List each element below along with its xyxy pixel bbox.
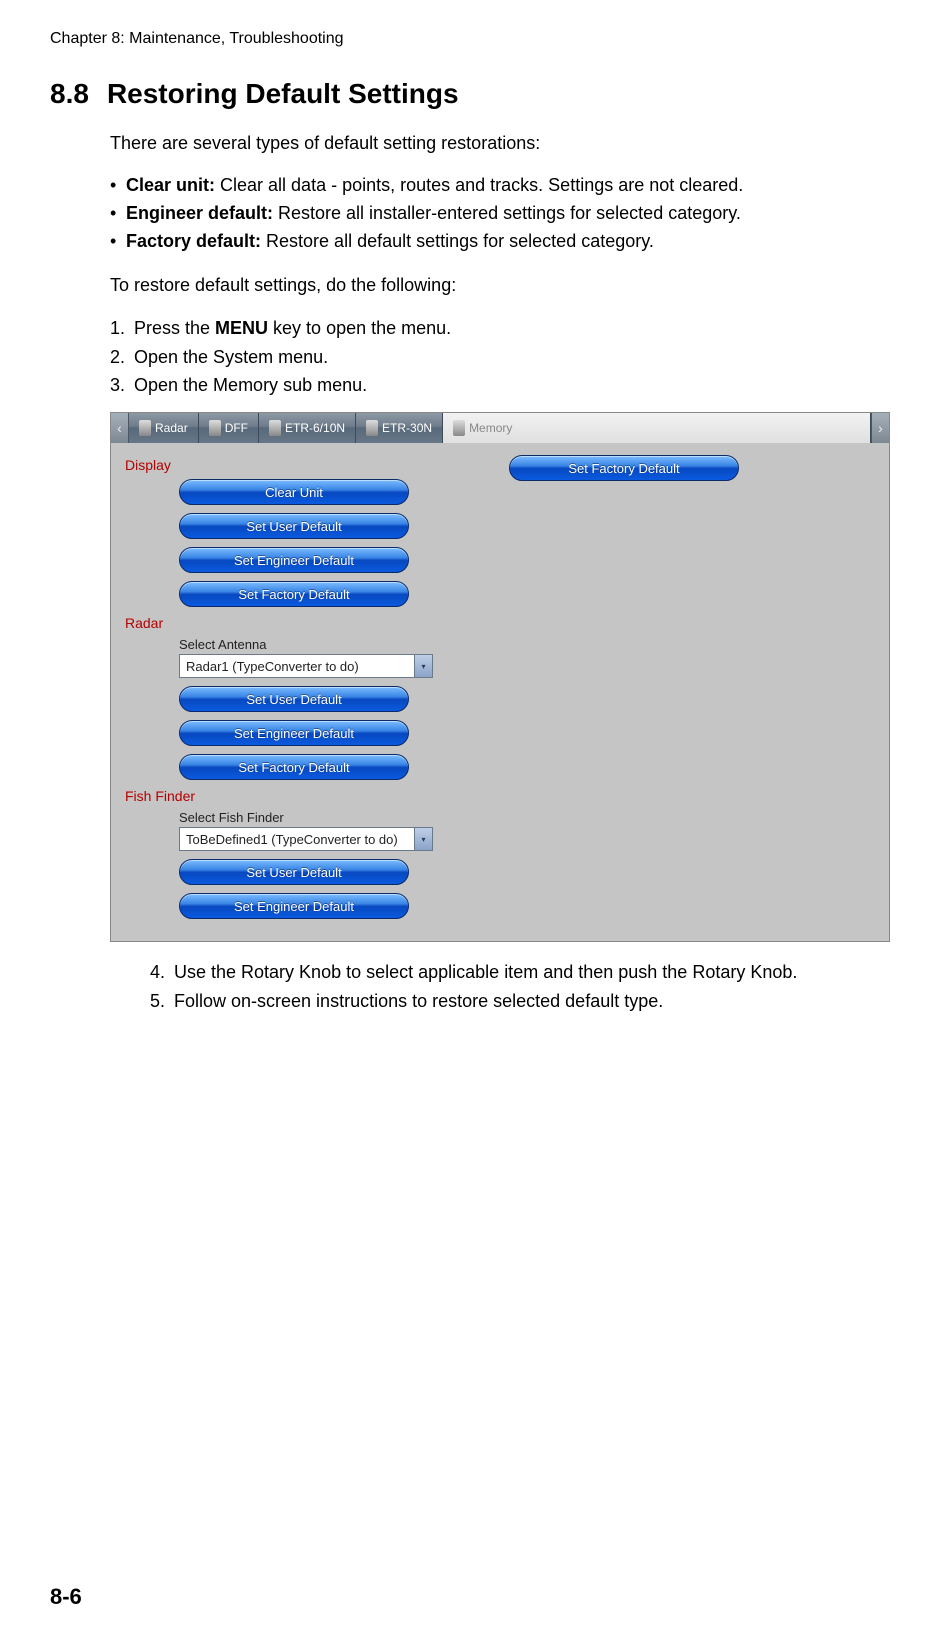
set-user-default-button[interactable]: Set User Default: [179, 859, 409, 885]
set-user-default-button[interactable]: Set User Default: [179, 513, 409, 539]
tab-label: DFF: [225, 421, 248, 435]
dropdown-value: ToBeDefined1 (TypeConverter to do): [180, 832, 414, 847]
step-text: key to open the menu.: [268, 318, 451, 338]
desc: Restore all installer-entered settings f…: [273, 203, 741, 223]
tab-radar[interactable]: Radar: [129, 413, 199, 443]
step-key: MENU: [215, 318, 268, 338]
set-engineer-default-button[interactable]: Set Engineer Default: [179, 547, 409, 573]
section-heading: Restoring Default Settings: [107, 78, 459, 109]
list-item: Clear unit: Clear all data - points, rou…: [110, 172, 886, 200]
list-item: Open the System menu.: [110, 343, 886, 372]
group-header-fish-finder: Fish Finder: [125, 788, 479, 804]
group-display: Clear Unit Set User Default Set Engineer…: [119, 479, 479, 607]
tab-etr610n[interactable]: ETR-6/10N: [259, 413, 356, 443]
tab-handle-icon: [209, 420, 221, 436]
list-item: Use the Rotary Knob to select applicable…: [150, 958, 886, 987]
set-factory-default-button[interactable]: Set Factory Default: [179, 754, 409, 780]
tab-dff[interactable]: DFF: [199, 413, 259, 443]
scroll-right-button[interactable]: ›: [871, 413, 889, 443]
tab-handle-icon: [139, 420, 151, 436]
restoration-types-list: Clear unit: Clear all data - points, rou…: [110, 172, 886, 256]
desc: Clear all data - points, routes and trac…: [215, 175, 743, 195]
steps-list-a: Press the MENU key to open the menu. Ope…: [110, 314, 886, 400]
set-factory-default-button[interactable]: Set Factory Default: [509, 455, 739, 481]
term: Clear unit:: [126, 175, 215, 195]
group-fish-finder: Select Fish Finder ToBeDefined1 (TypeCon…: [119, 810, 479, 919]
tab-handle-icon: [453, 420, 465, 436]
chevron-down-icon: ▾: [414, 655, 432, 677]
right-column: Set Factory Default: [509, 451, 739, 927]
term: Factory default:: [126, 231, 261, 251]
panel-body: Display Clear Unit Set User Default Set …: [111, 443, 889, 941]
section-number: 8.8: [50, 78, 89, 109]
list-item: Engineer default: Restore all installer-…: [110, 200, 886, 228]
set-factory-default-button[interactable]: Set Factory Default: [179, 581, 409, 607]
page-number: 8-6: [50, 1584, 82, 1610]
steps-list-b: Use the Rotary Knob to select applicable…: [150, 958, 886, 1016]
group-radar: Select Antenna Radar1 (TypeConverter to …: [119, 637, 479, 780]
step-text: Press the: [134, 318, 215, 338]
select-antenna-dropdown[interactable]: Radar1 (TypeConverter to do) ▾: [179, 654, 433, 678]
tab-memory[interactable]: Memory: [443, 413, 871, 443]
tab-handle-icon: [366, 420, 378, 436]
desc: Restore all default settings for selecte…: [261, 231, 654, 251]
select-fish-finder-dropdown[interactable]: ToBeDefined1 (TypeConverter to do) ▾: [179, 827, 433, 851]
section-title: 8.8 Restoring Default Settings: [50, 78, 886, 110]
scroll-left-button[interactable]: ‹: [111, 413, 129, 443]
tab-etr30n[interactable]: ETR-30N: [356, 413, 443, 443]
step-text: Open the Memory sub menu.: [134, 375, 367, 395]
clear-unit-button[interactable]: Clear Unit: [179, 479, 409, 505]
list-item: Factory default: Restore all default set…: [110, 228, 886, 256]
list-item: Open the Memory sub menu.: [110, 371, 886, 400]
memory-menu-screenshot: ‹ Radar DFF ETR-6/10N ETR-30N Memory › D…: [110, 412, 890, 942]
intro-paragraph: There are several types of default setti…: [110, 130, 886, 156]
chevron-down-icon: ▾: [414, 828, 432, 850]
step-text: Open the System menu.: [134, 347, 328, 367]
list-item: Press the MENU key to open the menu.: [110, 314, 886, 343]
tab-bar: ‹ Radar DFF ETR-6/10N ETR-30N Memory ›: [111, 413, 889, 443]
tab-label: Memory: [469, 421, 512, 435]
group-header-display: Display: [125, 457, 479, 473]
group-header-radar: Radar: [125, 615, 479, 631]
left-column: Display Clear Unit Set User Default Set …: [119, 451, 479, 927]
tab-handle-icon: [269, 420, 281, 436]
lead-paragraph: To restore default settings, do the foll…: [110, 272, 886, 298]
tab-label: ETR-30N: [382, 421, 432, 435]
term: Engineer default:: [126, 203, 273, 223]
dropdown-value: Radar1 (TypeConverter to do): [180, 659, 414, 674]
list-item: Follow on-screen instructions to restore…: [150, 987, 886, 1016]
set-user-default-button[interactable]: Set User Default: [179, 686, 409, 712]
set-engineer-default-button[interactable]: Set Engineer Default: [179, 893, 409, 919]
select-antenna-label: Select Antenna: [179, 637, 479, 652]
tab-label: Radar: [155, 421, 188, 435]
page-header: Chapter 8: Maintenance, Troubleshooting: [50, 30, 886, 48]
tab-label: ETR-6/10N: [285, 421, 345, 435]
select-fish-finder-label: Select Fish Finder: [179, 810, 479, 825]
set-engineer-default-button[interactable]: Set Engineer Default: [179, 720, 409, 746]
